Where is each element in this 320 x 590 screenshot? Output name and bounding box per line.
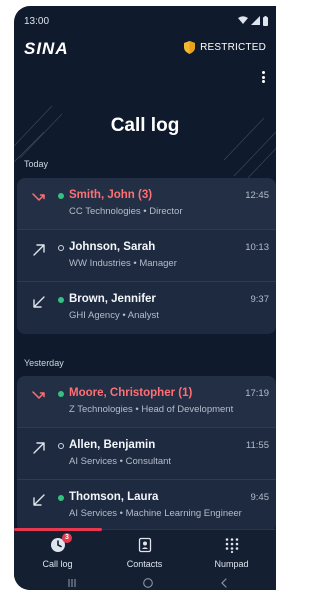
status-time: 13:00 [24, 16, 50, 27]
battery-icon [263, 15, 268, 26]
call-row[interactable]: Brown, Jennifer GHI Agency • Analyst 9:3… [17, 282, 276, 334]
section-title-yesterday: Yesterday [24, 358, 64, 368]
header-banner: Call log [14, 88, 276, 178]
section-title-today: Today [24, 159, 49, 169]
tab-label: Call log [42, 559, 73, 569]
caller-name: Allen, Benjamin [69, 439, 156, 451]
caller-details: AI Services • Machine Learning Engineer [69, 508, 242, 519]
call-time: 10:13 [245, 242, 269, 253]
home-icon[interactable] [142, 577, 154, 589]
incoming-call-icon [33, 296, 45, 308]
tab-label: Numpad [214, 559, 249, 569]
presence-offline-icon [58, 443, 64, 449]
caller-name: Smith, John (3) [69, 189, 153, 201]
caller-details: WW Industries • Manager [69, 258, 177, 269]
caller-name: Johnson, Sarah [69, 241, 156, 253]
more-options-icon[interactable] [258, 69, 268, 85]
caller-name: Thomson, Laura [69, 491, 159, 503]
tab-call-log[interactable]: 3 Call log [14, 530, 101, 576]
restricted-label: RESTRICTED [200, 42, 266, 53]
missed-call-icon [32, 391, 45, 399]
system-navigation-bar [14, 576, 276, 590]
page-title: Call log [110, 115, 180, 136]
call-list-today: Smith, John (3) CC Technologies • Direct… [17, 178, 276, 334]
outgoing-call-icon [33, 244, 45, 256]
back-icon[interactable] [218, 577, 230, 589]
call-row[interactable]: Moore, Christopher (1) Z Technologies • … [17, 376, 276, 428]
bottom-navigation: 3 Call log Contacts Numpad [14, 528, 276, 576]
call-row[interactable]: Johnson, Sarah WW Industries • Manager 1… [17, 230, 276, 282]
call-time: 17:19 [245, 388, 269, 399]
caller-details: AI Services • Consultant [69, 456, 172, 467]
presence-online-icon [58, 297, 64, 303]
tab-contacts[interactable]: Contacts [101, 530, 188, 576]
signal-icon [251, 16, 260, 25]
incoming-call-icon [33, 494, 45, 506]
call-time: 9:37 [250, 294, 270, 305]
presence-online-icon [58, 495, 64, 501]
call-time: 11:55 [245, 440, 269, 451]
call-row[interactable]: Smith, John (3) CC Technologies • Direct… [17, 178, 276, 230]
recent-apps-icon[interactable] [66, 577, 78, 589]
presence-online-icon [58, 193, 64, 199]
call-time: 12:45 [245, 190, 269, 201]
caller-details: Z Technologies • Head of Development [69, 404, 234, 415]
caller-name: Brown, Jennifer [69, 293, 156, 305]
brand-bar: SINA RESTRICTED [14, 36, 276, 60]
call-row[interactable]: Allen, Benjamin AI Services • Consultant… [17, 428, 276, 480]
status-bar: 13:00 [14, 6, 276, 34]
contacts-icon [138, 537, 151, 553]
status-icons [238, 15, 268, 26]
call-row[interactable]: Thomson, Laura AI Services • Machine Lea… [17, 480, 276, 532]
caller-name: Moore, Christopher (1) [69, 387, 193, 399]
numpad-icon [225, 538, 238, 553]
caller-details: GHI Agency • Analyst [69, 310, 159, 321]
shield-icon [184, 41, 196, 54]
call-time: 9:45 [250, 492, 270, 503]
restricted-badge[interactable]: RESTRICTED [184, 41, 266, 54]
call-list-yesterday: Moore, Christopher (1) Z Technologies • … [17, 376, 276, 532]
tab-label: Contacts [126, 559, 163, 569]
tab-numpad[interactable]: Numpad [188, 530, 275, 576]
presence-offline-icon [58, 245, 64, 251]
phone-screen: 13:00 SINA RESTRICTED Call log Today Smi… [14, 6, 276, 590]
app-logo: SINA [24, 39, 69, 58]
unread-badge: 3 [62, 533, 72, 543]
outgoing-call-icon [33, 442, 45, 454]
wifi-icon [238, 16, 248, 24]
caller-details: CC Technologies • Director [69, 206, 183, 217]
missed-call-icon [32, 193, 45, 201]
presence-online-icon [58, 391, 64, 397]
